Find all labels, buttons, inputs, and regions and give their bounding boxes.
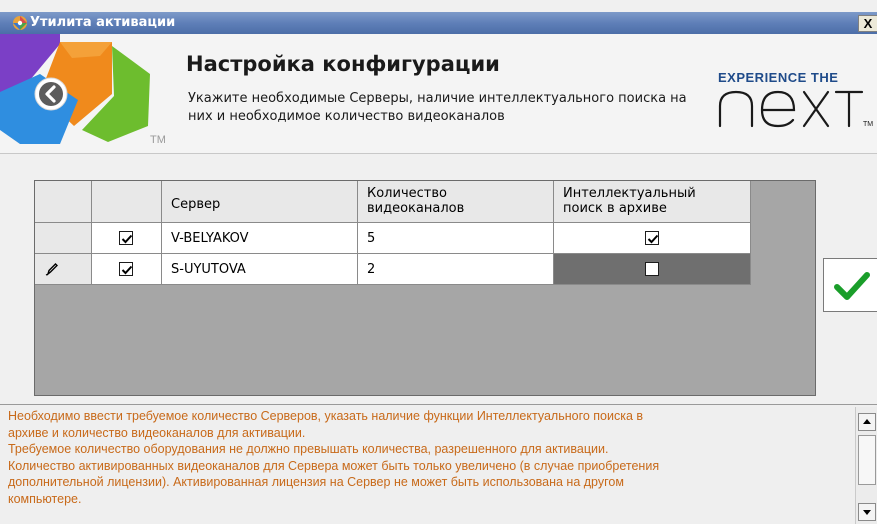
scroll-up-button[interactable] bbox=[858, 413, 876, 431]
channels-value: 2 bbox=[367, 262, 376, 277]
channels-value: 5 bbox=[367, 231, 376, 246]
server-name: V-BELYAKOV bbox=[171, 231, 249, 246]
info-line: дополнительной лицензии). Активированная… bbox=[8, 475, 624, 489]
checkmark-icon bbox=[834, 272, 870, 300]
header-select[interactable] bbox=[92, 181, 162, 223]
info-text: Необходимо ввести требуемое количество С… bbox=[8, 408, 846, 507]
info-line: Количество активированных видеоканалов д… bbox=[8, 458, 660, 473]
brand-next-logo: TM bbox=[718, 90, 873, 128]
intelligent-search-cell[interactable] bbox=[554, 254, 751, 285]
row-indicator[interactable] bbox=[35, 254, 92, 285]
logo-trademark: TM bbox=[150, 134, 166, 146]
servers-grid: Сервер Количество видеоканалов Интеллект… bbox=[34, 180, 816, 396]
intelligent-search-checkbox[interactable] bbox=[645, 262, 659, 276]
checkmark-icon bbox=[121, 234, 133, 244]
info-line: компьютере. bbox=[8, 491, 82, 506]
server-cell[interactable]: S-UYUTOVA bbox=[162, 254, 358, 285]
row-indicator[interactable] bbox=[35, 223, 92, 254]
scroll-down-button[interactable] bbox=[858, 503, 876, 521]
pencil-icon bbox=[45, 263, 58, 276]
close-button[interactable]: X bbox=[858, 15, 877, 32]
page-title: Настройка конфигурации bbox=[186, 52, 500, 76]
header-channels[interactable]: Количество видеоканалов bbox=[358, 181, 554, 223]
channels-cell[interactable]: 5 bbox=[358, 223, 554, 254]
activation-utility-window: Утилита активации X TM Настройка конфигу… bbox=[0, 0, 877, 524]
info-line: архиве и количество видеоканалов для акт… bbox=[8, 425, 306, 440]
table-row[interactable]: V-BELYAKOV 5 bbox=[35, 223, 751, 254]
confirm-button[interactable] bbox=[823, 258, 877, 312]
server-name: S-UYUTOVA bbox=[171, 262, 246, 277]
back-arrow-icon[interactable] bbox=[34, 77, 68, 111]
app-icon bbox=[13, 16, 27, 30]
header-search-line1: Интеллектуальный bbox=[563, 186, 696, 201]
scroll-thumb[interactable] bbox=[858, 435, 876, 485]
arrow-down-icon bbox=[863, 510, 871, 515]
header-band: TM Настройка конфигурации Укажите необхо… bbox=[0, 34, 877, 154]
server-cell[interactable]: V-BELYAKOV bbox=[162, 223, 358, 254]
channels-cell[interactable]: 2 bbox=[358, 254, 554, 285]
header-channels-label: Количество видеоканалов bbox=[367, 186, 464, 216]
select-cell[interactable] bbox=[92, 223, 162, 254]
select-checkbox[interactable] bbox=[119, 231, 133, 245]
checkmark-icon bbox=[121, 265, 133, 275]
table-row[interactable]: S-UYUTOVA 2 bbox=[35, 254, 751, 285]
grid-header: Сервер Количество видеоканалов Интеллект… bbox=[35, 181, 751, 223]
page-subtitle: Укажите необходимые Серверы, наличие инт… bbox=[188, 91, 687, 124]
checkmark-icon bbox=[647, 234, 659, 244]
header-search-line2: поиск в архиве bbox=[563, 201, 667, 216]
info-panel: Необходимо ввести требуемое количество С… bbox=[0, 404, 877, 524]
select-checkbox[interactable] bbox=[119, 262, 133, 276]
header-row-indicator bbox=[35, 181, 92, 223]
intelligent-search-cell[interactable] bbox=[554, 223, 751, 254]
header-channels-line1: Количество bbox=[367, 186, 447, 201]
info-line: Необходимо ввести требуемое количество С… bbox=[8, 409, 644, 423]
header-search-label: Интеллектуальный поиск в архиве bbox=[563, 186, 696, 216]
info-scrollbar[interactable] bbox=[855, 407, 877, 524]
header-server-label: Сервер bbox=[171, 197, 221, 212]
intelligent-search-checkbox[interactable] bbox=[645, 231, 659, 245]
header-intelligent-search[interactable]: Интеллектуальный поиск в архиве bbox=[554, 181, 751, 223]
title-bar: Утилита активации X bbox=[0, 12, 877, 34]
arrow-up-icon bbox=[863, 419, 871, 424]
info-line: Требуемое количество оборудования не дол… bbox=[8, 442, 609, 456]
header-server[interactable]: Сервер bbox=[162, 181, 358, 223]
select-cell[interactable] bbox=[92, 254, 162, 285]
header-channels-line2: видеоканалов bbox=[367, 201, 465, 216]
brand-tagline: EXPERIENCE THE bbox=[718, 70, 839, 85]
brand-tm: TM bbox=[863, 121, 873, 128]
window-title: Утилита активации bbox=[30, 15, 176, 30]
